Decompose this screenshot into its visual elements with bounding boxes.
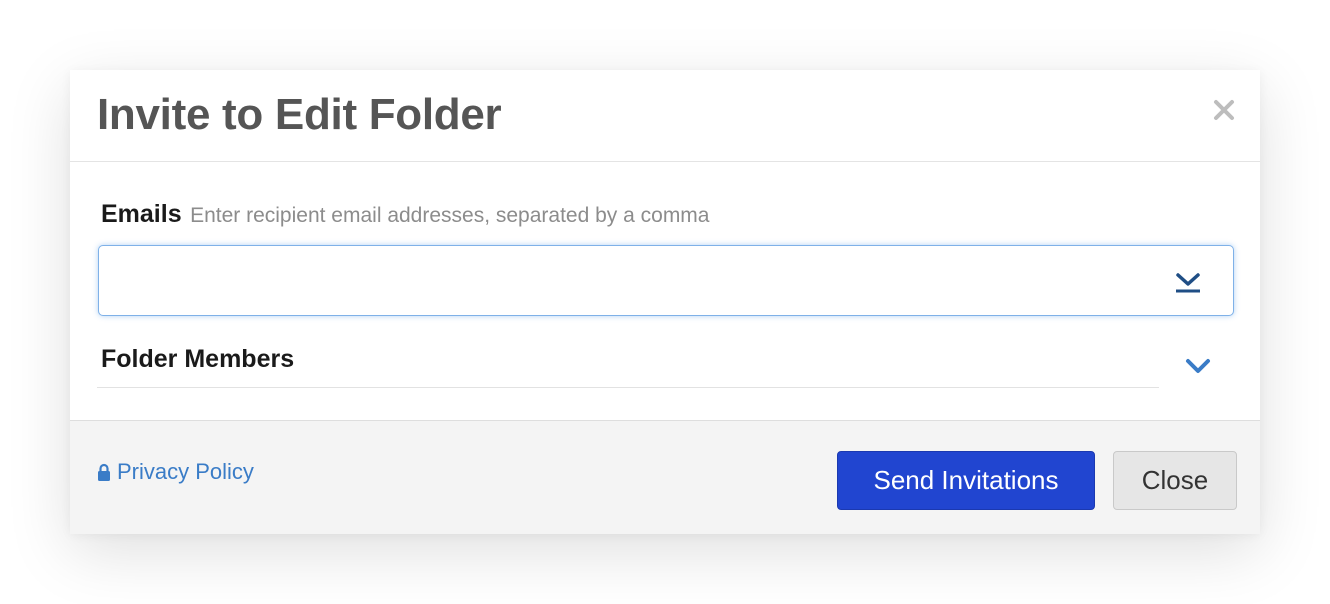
close-icon[interactable] — [1210, 96, 1238, 124]
emails-input[interactable] — [113, 246, 1157, 316]
folder-members-section[interactable]: Folder Members — [97, 320, 1159, 388]
dialog-title: Invite to Edit Folder — [97, 90, 502, 139]
folder-members-label: Folder Members — [101, 345, 295, 373]
dialog-header: Invite to Edit Folder — [70, 70, 1260, 162]
lock-icon — [97, 461, 111, 487]
emails-label-row: Emails Enter recipient email addresses, … — [101, 200, 709, 229]
send-invitations-button[interactable]: Send Invitations — [837, 451, 1095, 510]
emails-label: Emails — [101, 200, 182, 228]
emails-hint: Enter recipient email addresses, separat… — [190, 204, 710, 227]
invite-dialog: Invite to Edit Folder Emails Enter recip… — [70, 70, 1260, 534]
dialog-footer: Privacy Policy Send Invitations Close — [70, 420, 1260, 534]
close-button[interactable]: Close — [1113, 451, 1237, 510]
chevron-down-icon[interactable] — [1184, 356, 1212, 376]
privacy-policy-label: Privacy Policy — [117, 459, 254, 484]
emails-input-box[interactable] — [98, 245, 1234, 316]
chevron-down-underline-icon[interactable] — [1173, 270, 1203, 294]
privacy-policy-link[interactable]: Privacy Policy — [97, 459, 254, 487]
